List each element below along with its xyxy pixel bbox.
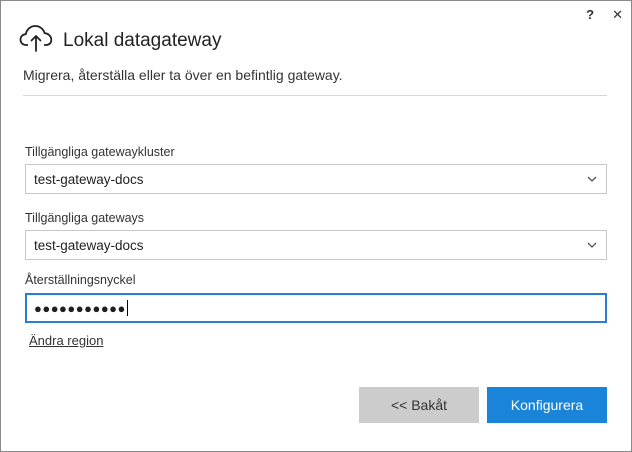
gateway-select-value: test-gateway-docs [34,237,144,253]
header-divider [23,95,607,96]
close-button[interactable]: ✕ [612,7,623,23]
cluster-label: Tillgängliga gatewaykluster [25,145,175,159]
cloud-upload-icon [19,25,53,52]
back-button[interactable]: << Bakåt [359,387,479,423]
help-button[interactable]: ? [586,7,594,23]
gateway-label: Tillgängliga gateways [25,211,145,225]
chevron-down-icon [587,176,597,182]
text-caret [126,300,128,316]
gateway-select[interactable]: test-gateway-docs [25,230,607,260]
cluster-select-value: test-gateway-docs [34,171,144,187]
configure-button[interactable]: Konfigurera [487,387,607,423]
dialog-window: ? ✕ Lokal datagateway Migrera, återställ… [0,0,632,452]
recovery-key-value: ●●●●●●●●●●● [34,300,126,316]
chevron-down-icon [587,242,597,248]
change-region-link[interactable]: Ändra region [29,333,103,348]
recovery-key-label: Återställningsnyckel [25,273,136,287]
dialog-subtitle: Migrera, återställa eller ta över en bef… [23,67,343,83]
dialog-title: Lokal datagateway [63,30,222,51]
cluster-select[interactable]: test-gateway-docs [25,164,607,194]
recovery-key-input[interactable]: ●●●●●●●●●●● [25,293,607,323]
titlebar-controls: ? ✕ [586,7,623,23]
